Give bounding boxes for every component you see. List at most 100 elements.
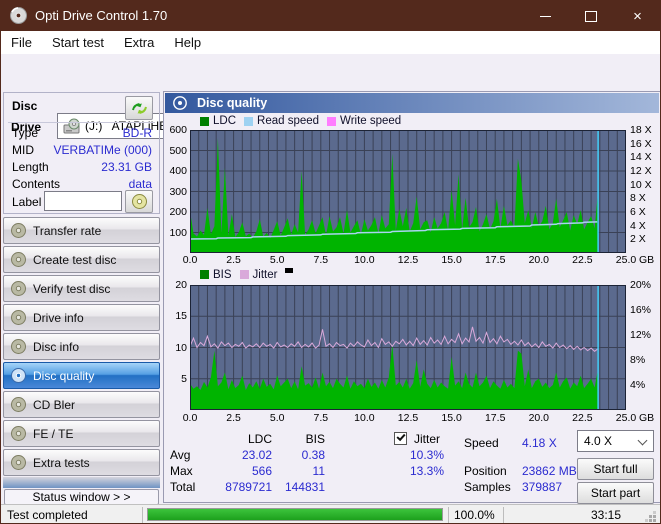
resize-grip[interactable] — [653, 519, 656, 522]
disc-field-value: 23.31 GB — [101, 160, 152, 174]
maximize-button[interactable] — [568, 1, 614, 31]
x-axis-label: 2.5 — [226, 412, 241, 424]
x-axis-label: 7.5 — [313, 412, 329, 424]
x-axis-label: 12.5 — [397, 254, 419, 266]
sidebar-item-disc-quality[interactable]: Disc quality — [3, 362, 160, 389]
stat-value-bis: 0.38 — [301, 448, 325, 462]
stat-right-value: 4.18 X — [522, 436, 557, 450]
status-window-button[interactable]: Status window > > — [4, 489, 159, 505]
x-axis-label: 17.5 — [484, 254, 506, 266]
x-axis-label: 0.0 — [182, 254, 198, 266]
status-text: Test completed — [7, 508, 88, 522]
stat-col-header: BIS — [305, 432, 325, 446]
menu-item-extra[interactable]: Extra — [114, 31, 164, 54]
stat-value-bis: 11 — [312, 464, 325, 478]
y-axis-right-label: 8% — [630, 354, 646, 366]
minimize-button[interactable] — [523, 1, 568, 31]
disc-panel-title: Disc — [12, 99, 38, 113]
stat-right-label: Samples — [464, 480, 511, 494]
panel-header: Disc quality — [165, 93, 659, 113]
disc-icon — [11, 455, 26, 470]
menu-item-file[interactable]: File — [1, 31, 42, 54]
stat-right-value: 23862 MB — [522, 464, 577, 478]
sidebar-item-create-test-disc[interactable]: Create test disc — [3, 246, 160, 273]
disc-icon — [11, 339, 26, 354]
y-axis-right-label: 20% — [630, 279, 652, 291]
disc-info-panel: Disc Type BD-R MID VERBATIMe (000) Length 23.… — [3, 92, 160, 214]
sidebar-item-label: CD Bler — [33, 397, 76, 412]
disc-label-button[interactable] — [125, 190, 153, 213]
sidebar-item-fe-te[interactable]: FE / TE — [3, 420, 160, 447]
window-title: Opti Drive Control 1.70 — [35, 8, 168, 23]
sidebar-item-label: Extra tests — [33, 455, 90, 470]
x-axis-label: 12.5 — [397, 412, 419, 424]
stat-right-label: Position — [464, 464, 507, 478]
disc-quality-panel: Disc quality LDC Read speed Write speed 600… — [163, 91, 660, 504]
y-axis-left-label: 200 — [169, 206, 187, 218]
sidebar-item-label: FE / TE — [33, 426, 74, 441]
x-axis-label: 0.0 — [182, 412, 198, 424]
sidebar-item-verify-test-disc[interactable]: Verify test disc — [3, 275, 160, 302]
disc-field-label: Contents — [12, 177, 61, 191]
sidebar-item-extra-tests[interactable]: Extra tests — [3, 449, 160, 476]
y-axis-left-label: 5 — [181, 372, 187, 385]
x-axis-unit: GB — [639, 412, 655, 424]
start-full-button[interactable]: Start full — [577, 458, 654, 480]
quality-speed-select[interactable]: 4.0 X — [577, 430, 654, 452]
refresh-disc-button[interactable] — [125, 96, 153, 120]
x-axis-label: 10.0 — [354, 254, 375, 266]
jitter-checkbox-label: Jitter — [414, 432, 441, 446]
y-axis-right-label: 12 X — [630, 165, 652, 177]
disc-icon — [11, 368, 26, 383]
x-axis-label: 20.0 — [528, 254, 550, 266]
sidebar-band — [3, 477, 160, 488]
start-part-button[interactable]: Start part — [577, 482, 654, 504]
cd-icon — [131, 194, 147, 209]
menu-item-start-test[interactable]: Start test — [42, 31, 114, 54]
x-axis-label: 15.0 — [441, 254, 462, 266]
minimize-icon — [540, 15, 551, 17]
disc-quality-icon — [173, 96, 187, 110]
legend-marker — [285, 268, 294, 273]
x-axis-label: 20.0 — [528, 412, 550, 424]
status-bar: Test completed 100.0% 33:15 — [1, 504, 660, 523]
chevron-down-icon — [637, 435, 648, 446]
legend-label: LDC — [213, 115, 237, 127]
disc-icon — [11, 310, 26, 325]
disc-icon — [11, 223, 26, 238]
x-axis-label: 25.0 — [615, 412, 637, 424]
sidebar-item-disc-info[interactable]: Disc info — [3, 333, 160, 360]
legend-label: Jitter — [252, 268, 278, 281]
sidebar-item-drive-info[interactable]: Drive info — [3, 304, 160, 331]
menu-item-help[interactable]: Help — [164, 31, 211, 54]
elapsed-time: 33:15 — [590, 508, 621, 522]
label-caption: Label — [12, 195, 42, 209]
y-axis-left-label: 10 — [175, 341, 187, 354]
y-axis-left-label: 15 — [175, 310, 187, 323]
y-axis-right-label: 14 X — [630, 151, 652, 164]
y-axis-left-label: 600 — [169, 124, 187, 136]
titlebar[interactable]: Opti Drive Control 1.70 × — [1, 1, 660, 31]
jitter-checkbox[interactable] — [394, 432, 407, 445]
sidebar-item-label: Verify test disc — [33, 281, 111, 296]
x-axis-label: 25.0 — [615, 254, 637, 266]
x-axis-label: 2.5 — [226, 254, 241, 266]
x-axis-label: 7.5 — [313, 254, 329, 266]
disc-field-value: VERBATIMe (000) — [53, 143, 152, 157]
legend-label: BIS — [213, 268, 232, 281]
disc-label-input[interactable] — [44, 191, 122, 211]
legend-chip-jitter — [239, 270, 249, 279]
refresh-icon — [131, 102, 147, 114]
y-axis-left-label: 20 — [175, 279, 187, 291]
maximize-icon — [585, 10, 597, 22]
toolbar: Drive (J:) ATAPI iHBS312 2 PL17 Speed 4.… — [1, 54, 660, 140]
statusbar-separator — [503, 507, 504, 523]
disc-field-value: BD-R — [122, 126, 152, 140]
sidebar-item-transfer-rate[interactable]: Transfer rate — [3, 217, 160, 244]
disc-icon — [11, 426, 26, 441]
sidebar-item-cd-bler[interactable]: CD Bler — [3, 391, 160, 418]
close-button[interactable]: × — [614, 1, 660, 31]
sidebar-item-label: Drive info — [33, 310, 84, 325]
app-window: Opti Drive Control 1.70 × File Start test… — [0, 0, 661, 524]
quality-speed-value: 4.0 X — [584, 434, 613, 448]
